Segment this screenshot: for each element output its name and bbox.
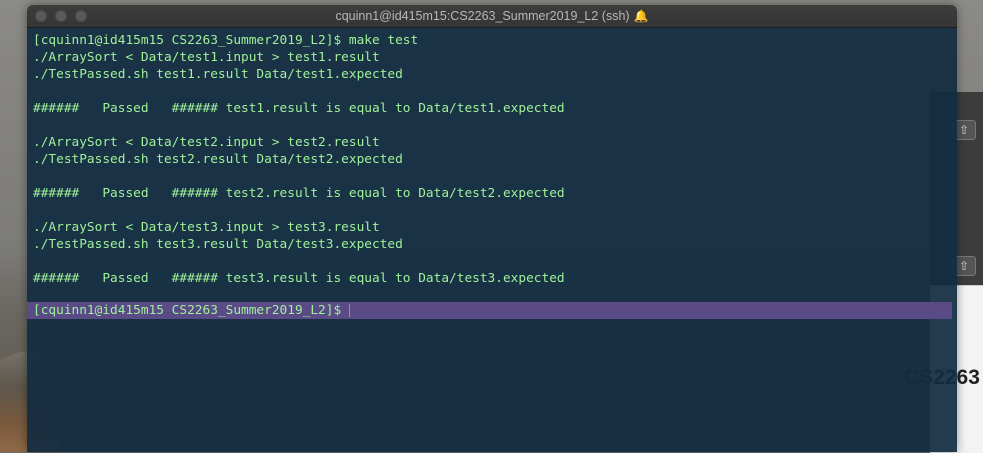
current-prompt-line[interactable]: [cquinn1@id415m15 CS2263_Summer2019_L2]$ <box>27 302 952 319</box>
terminal-line: ###### Passed ###### test1.result is equ… <box>33 101 565 116</box>
terminal-line: ./ArraySort < Data/test3.input > test3.r… <box>33 220 380 235</box>
terminal-line: ###### Passed ###### test3.result is equ… <box>33 271 565 286</box>
terminal-line: [cquinn1@id415m15 CS2263_Summer2019_L2]$… <box>33 33 419 48</box>
terminal-line: ./ArraySort < Data/test2.input > test2.r… <box>33 135 380 150</box>
terminal-line: ./TestPassed.sh test3.result Data/test3.… <box>33 237 403 252</box>
prompt-text: [cquinn1@id415m15 CS2263_Summer2019_L2]$ <box>33 303 342 318</box>
bell-icon: 🔔 <box>633 9 649 23</box>
text-cursor <box>349 304 351 317</box>
terminal-line: ./TestPassed.sh test2.result Data/test2.… <box>33 152 403 167</box>
window-title-text: cquinn1@id415m15:CS2263_Summer2019_L2 (s… <box>335 9 630 23</box>
terminal-output[interactable]: [cquinn1@id415m15 CS2263_Summer2019_L2]$… <box>27 28 957 452</box>
terminal-line: ./ArraySort < Data/test1.input > test1.r… <box>33 50 380 65</box>
terminal-window[interactable]: cquinn1@id415m15:CS2263_Summer2019_L2 (s… <box>27 5 957 452</box>
title-bar[interactable]: cquinn1@id415m15:CS2263_Summer2019_L2 (s… <box>27 5 957 28</box>
terminal-lines: [cquinn1@id415m15 CS2263_Summer2019_L2]$… <box>33 32 957 304</box>
terminal-line: ###### Passed ###### test2.result is equ… <box>33 186 565 201</box>
window-title: cquinn1@id415m15:CS2263_Summer2019_L2 (s… <box>27 9 957 23</box>
terminal-line: ./TestPassed.sh test1.result Data/test1.… <box>33 67 403 82</box>
